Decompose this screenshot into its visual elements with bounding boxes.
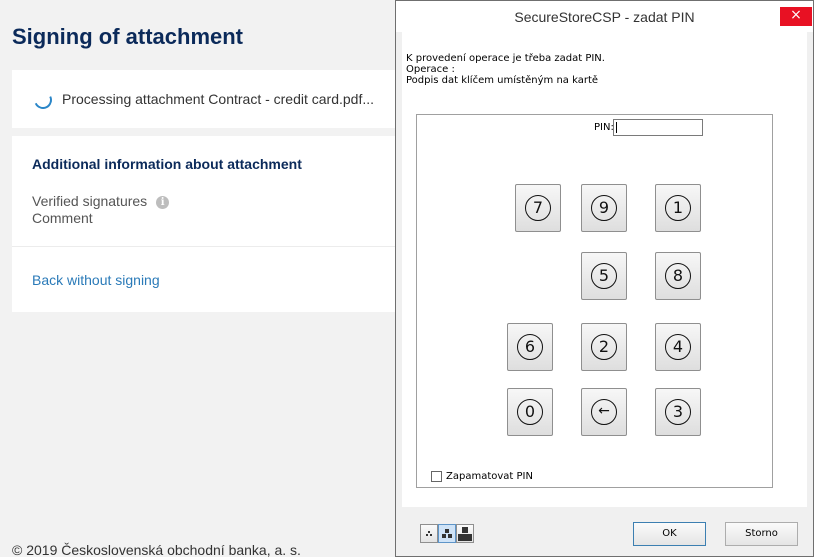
processing-card: Processing attachment Contract - credit … xyxy=(12,70,395,128)
keypad-key-label: 8 xyxy=(665,263,691,289)
keypad-key-7[interactable]: 7 xyxy=(515,184,561,232)
pin-required-message: K provedení operace je třeba zadat PIN. xyxy=(406,53,605,64)
ok-button[interactable]: OK xyxy=(633,522,706,546)
info-heading: Additional information about attachment xyxy=(32,156,302,172)
divider xyxy=(12,246,395,247)
keypad-key-label: 7 xyxy=(525,195,551,221)
attachment-info-card: Additional information about attachment … xyxy=(12,136,395,312)
verified-signatures-label: Verified signatures xyxy=(32,193,148,209)
keypad-size-large-button[interactable] xyxy=(456,524,474,543)
keypad-key-2[interactable]: 2 xyxy=(581,323,627,371)
keypad-key-label: 3 xyxy=(665,399,691,425)
keypad-key-label: 1 xyxy=(665,195,691,221)
keypad-key-8[interactable]: 8 xyxy=(655,252,701,300)
keypad-key-9[interactable]: 9 xyxy=(581,184,627,232)
keypad-key-4[interactable]: 4 xyxy=(655,323,701,371)
operation-label: Operace : xyxy=(406,64,455,75)
processing-text: Processing attachment Contract - credit … xyxy=(62,91,375,107)
back-without-signing-link[interactable]: Back without signing xyxy=(32,272,160,288)
keypad-backspace-key[interactable]: ← xyxy=(581,388,627,436)
keypad-size-medium-button[interactable] xyxy=(438,524,456,543)
text-caret xyxy=(616,122,617,133)
cancel-button[interactable]: Storno xyxy=(725,522,798,546)
comment-label: Comment xyxy=(32,210,93,226)
keypad-key-label: 9 xyxy=(591,195,617,221)
arrow-left-icon: ← xyxy=(591,399,617,425)
keypad-key-3[interactable]: 3 xyxy=(655,388,701,436)
page-title: Signing of attachment xyxy=(12,24,243,49)
pin-panel: PIN: 7 9 1 5 8 6 2 4 0 ← 3 Zapamatovat P… xyxy=(416,114,773,488)
footer-copyright: © 2019 Československá obchodní banka, a.… xyxy=(12,542,301,557)
keypad-key-label: 5 xyxy=(591,263,617,289)
remember-pin-label: Zapamatovat PIN xyxy=(446,471,533,483)
pin-label: PIN: xyxy=(594,122,614,133)
dialog-titlebar[interactable]: SecureStoreCSP - zadat PIN × xyxy=(396,1,813,32)
close-icon[interactable]: × xyxy=(780,7,812,26)
info-icon[interactable]: i xyxy=(156,196,170,209)
keypad-key-6[interactable]: 6 xyxy=(507,323,553,371)
pin-input[interactable] xyxy=(613,119,703,136)
keypad-key-1[interactable]: 1 xyxy=(655,184,701,232)
pin-dialog: SecureStoreCSP - zadat PIN × K provedení… xyxy=(395,0,814,557)
checkbox-box[interactable] xyxy=(431,471,442,483)
keypad-size-small-button[interactable] xyxy=(420,524,438,543)
loading-spinner-icon xyxy=(31,88,55,112)
keypad-key-label: 6 xyxy=(517,334,543,360)
verified-signatures-row: Verified signatures i xyxy=(32,193,170,209)
background-webpage: Signing of attachment Processing attachm… xyxy=(0,0,395,557)
dialog-title: SecureStoreCSP - zadat PIN xyxy=(514,9,695,25)
keypad-key-label: 2 xyxy=(591,334,617,360)
keypad-key-label: 4 xyxy=(665,334,691,360)
dialog-client-area: K provedení operace je třeba zadat PIN. … xyxy=(402,32,807,507)
keypad-key-label: 0 xyxy=(517,399,543,425)
keypad-key-0[interactable]: 0 xyxy=(507,388,553,436)
remember-pin-checkbox[interactable]: Zapamatovat PIN xyxy=(431,468,533,483)
operation-description: Podpis dat klíčem umístěným na kartě xyxy=(406,75,599,86)
keypad-key-5[interactable]: 5 xyxy=(581,252,627,300)
